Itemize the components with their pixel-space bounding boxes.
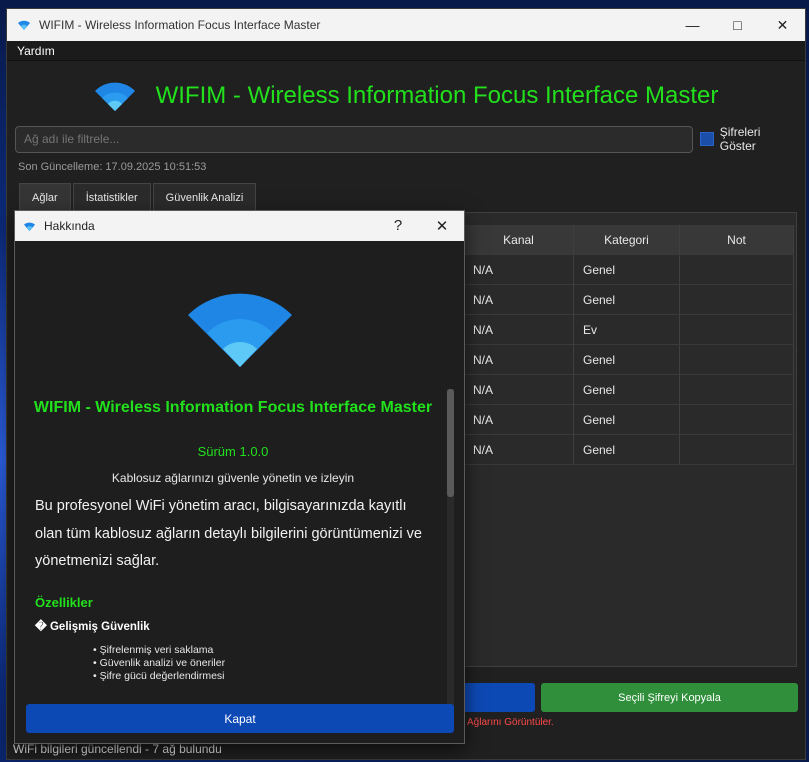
menubar: Yardım [7, 41, 805, 61]
column-header-channel[interactable]: Kanal [464, 225, 574, 254]
table-row[interactable]: N/A Genel [464, 435, 794, 465]
close-window-button[interactable]: ✕ [760, 9, 805, 41]
note-cell[interactable] [680, 405, 794, 434]
show-passwords-checkbox[interactable] [699, 132, 714, 146]
category-cell: Genel [574, 285, 680, 314]
status-bar: WiFi bilgileri güncellendi - 7 ağ bulund… [13, 742, 222, 756]
about-description: Bu profesyonel WiFi yönetim aracı, bilgi… [35, 498, 422, 569]
category-cell: Genel [574, 255, 680, 284]
security-heading: � Gelişmiş Güvenlik [35, 621, 150, 633]
table-row[interactable]: N/A Ev [464, 315, 794, 345]
about-app-name: WIFIM - Wireless Information Focus Inter… [33, 399, 433, 416]
list-item: Şifrelenmiş veri saklama [93, 644, 225, 657]
dialog-body: WIFIM - Wireless Information Focus Inter… [15, 241, 464, 705]
note-cell[interactable] [680, 285, 794, 314]
tab-bar: Ağlar İstatistikler Güvenlik Analizi [19, 183, 258, 212]
primary-action-button[interactable] [463, 683, 535, 712]
app-header: WIFIM - Wireless Information Focus Inter… [7, 61, 805, 131]
category-cell: Genel [574, 435, 680, 464]
network-filter-input[interactable] [15, 125, 693, 153]
show-passwords-toggle[interactable]: Şifreleri Göster [699, 125, 799, 153]
hint-text: Ağlarını Görüntüler. [467, 717, 554, 728]
tab-networks[interactable]: Ağlar [19, 183, 71, 212]
about-version: Sürüm 1.0.0 [197, 444, 269, 459]
list-item: Şifre gücü değerlendirmesi [93, 670, 225, 683]
show-passwords-label: Şifreleri Göster [719, 125, 761, 153]
wifi-logo-icon [188, 293, 292, 367]
category-cell: Genel [574, 405, 680, 434]
table-row[interactable]: N/A Genel [464, 255, 794, 285]
channel-cell: N/A [464, 255, 574, 284]
wifi-logo-icon [94, 82, 135, 111]
column-header-note[interactable]: Not [680, 225, 794, 254]
note-cell[interactable] [680, 315, 794, 344]
maximize-button[interactable]: □ [715, 9, 760, 41]
help-button[interactable]: ? [376, 217, 420, 235]
networks-table: Kanal Kategori Not N/A Genel N/A Genel N/A… [464, 225, 794, 465]
scrollbar-thumb[interactable] [447, 389, 454, 497]
copy-password-button[interactable]: Seçili Şifreyi Kopyala [541, 683, 798, 712]
security-feature-list: Şifrelenmiş veri saklama Güvenlik analiz… [93, 644, 225, 683]
close-dialog-button[interactable]: Kapat [26, 704, 454, 733]
note-cell[interactable] [680, 255, 794, 284]
note-cell[interactable] [680, 345, 794, 374]
wifi-icon [24, 222, 35, 231]
table-header-row: Kanal Kategori Not [464, 225, 794, 255]
channel-cell: N/A [464, 345, 574, 374]
about-dialog: Hakkında ? ✕ WIFIM - Wireless Informatio… [14, 210, 465, 744]
window-title: WIFIM - Wireless Information Focus Inter… [39, 18, 321, 32]
table-row[interactable]: N/A Genel [464, 405, 794, 435]
channel-cell: N/A [464, 375, 574, 404]
channel-cell: N/A [464, 435, 574, 464]
note-cell[interactable] [680, 435, 794, 464]
features-heading: Özellikler [35, 595, 93, 610]
table-row[interactable]: N/A Genel [464, 345, 794, 375]
category-cell: Genel [574, 375, 680, 404]
about-subtitle: Kablosuz ağlarınızı güvenle yönetin ve i… [111, 471, 355, 485]
column-header-category[interactable]: Kategori [574, 225, 680, 254]
dialog-title: Hakkında [44, 219, 95, 233]
list-item: Güvenlik analizi ve öneriler [93, 657, 225, 670]
tab-security-analysis[interactable]: Güvenlik Analizi [152, 183, 257, 212]
tab-statistics[interactable]: İstatistikler [72, 183, 151, 212]
table-row[interactable]: N/A Genel [464, 375, 794, 405]
dialog-titlebar: Hakkında ? ✕ [15, 211, 464, 241]
channel-cell: N/A [464, 405, 574, 434]
last-update-text: Son Güncelleme: 17.09.2025 10:51:53 [18, 161, 207, 173]
channel-cell: N/A [464, 315, 574, 344]
channel-cell: N/A [464, 285, 574, 314]
category-cell: Ev [574, 315, 680, 344]
wifi-icon [18, 20, 30, 30]
note-cell[interactable] [680, 375, 794, 404]
dialog-scrollbar[interactable] [447, 389, 454, 705]
dialog-close-icon[interactable]: ✕ [420, 217, 464, 235]
menu-help[interactable]: Yardım [17, 44, 55, 58]
app-title: WIFIM - Wireless Information Focus Inter… [155, 82, 719, 109]
window-titlebar: WIFIM - Wireless Information Focus Inter… [7, 9, 805, 41]
minimize-button[interactable]: — [670, 9, 715, 41]
table-row[interactable]: N/A Genel [464, 285, 794, 315]
category-cell: Genel [574, 345, 680, 374]
